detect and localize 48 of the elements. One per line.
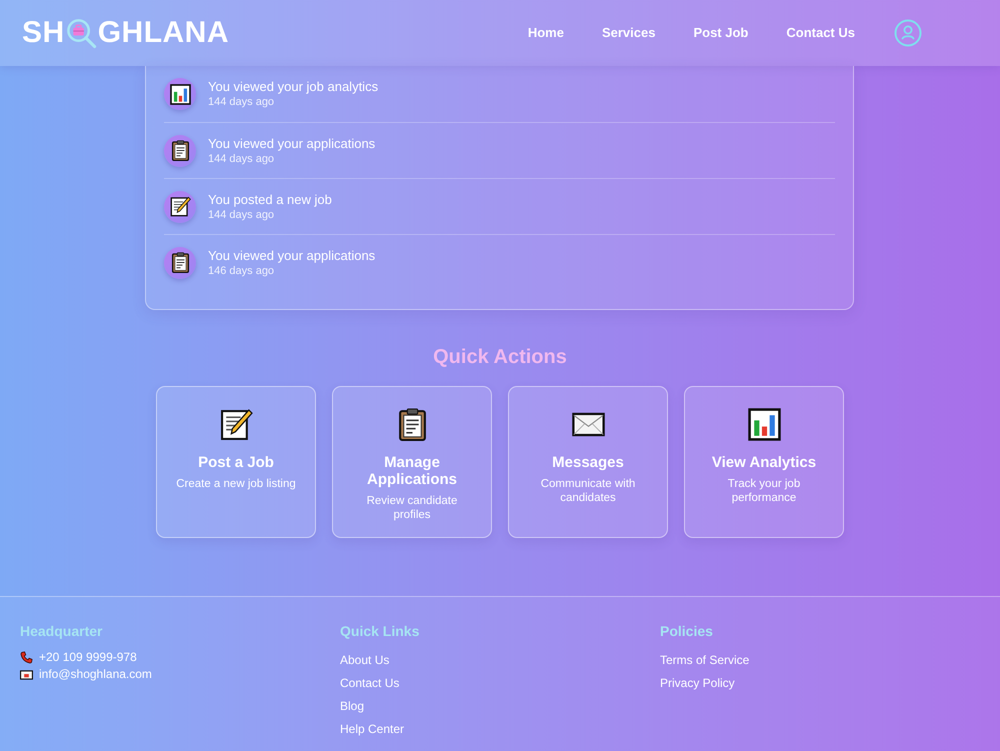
activity-title: You viewed your applications [208,134,376,152]
footer-link[interactable]: Help Center [340,721,404,738]
clipboard-icon [164,134,196,166]
card-description: Create a new job listing [176,477,296,491]
email-icon [20,670,33,680]
footer-link[interactable]: Terms of Service [660,652,750,669]
activity-time: 146 days ago [208,264,276,278]
card-description: Review candidate profiles [366,494,458,522]
memo-pencil-icon [220,408,252,441]
card-title: Manage Applications [366,454,458,488]
quick-action-card[interactable]: Manage Applications Review candidate profiles [332,386,492,538]
memo-pencil-icon [164,190,196,222]
footer-heading: Quick Links [340,622,420,640]
activity-time: 144 days ago [208,152,276,166]
email-address: info@shoghlana.com [39,666,152,683]
footer-link[interactable]: Privacy Policy [660,675,735,692]
logo-text: GHLANA [98,18,230,48]
footer-link[interactable]: Blog [340,698,364,715]
nav-link[interactable]: Home [508,23,583,43]
card-title: Post a Job [198,454,274,471]
quick-action-card[interactable]: Messages Communicate with candidates [508,386,668,538]
card-description: Track your job performance [726,477,802,505]
clipboard-icon [164,246,196,278]
quick-action-card[interactable]: View Analytics Track your job performance [684,386,844,538]
bar-chart-icon [748,408,780,441]
card-title: View Analytics [712,454,816,471]
logo-text: SH [22,18,65,48]
footer-heading: Headquarter [20,622,104,640]
card-description: Communicate with candidates [540,477,636,505]
nav-link[interactable]: Services [582,23,674,43]
footer-link[interactable]: Contact Us [340,675,400,692]
activity-time: 144 days ago [208,95,276,110]
phone-icon [20,651,33,664]
bar-chart-icon [164,78,196,110]
activity-title: You posted a new job [208,190,332,208]
nav-link[interactable]: Post Job [674,23,768,43]
card-title: Messages [552,454,624,471]
activity-title: You viewed your applications [208,246,376,264]
footer-link[interactable]: About Us [340,652,390,669]
user-profile-icon[interactable] [894,19,922,47]
activity-time: 144 days ago [208,208,276,222]
activity-title: You viewed your job analytics [208,78,378,95]
quick-action-card[interactable]: Post a Job Create a new job listing [156,386,316,538]
section-heading: Quick Actions [432,345,568,370]
nav-link[interactable]: Contact Us [767,23,874,43]
phone-number: +20 109 9999-978 [39,649,137,666]
footer-heading: Policies [660,622,714,640]
magnifier-briefcase-icon [66,18,97,48]
